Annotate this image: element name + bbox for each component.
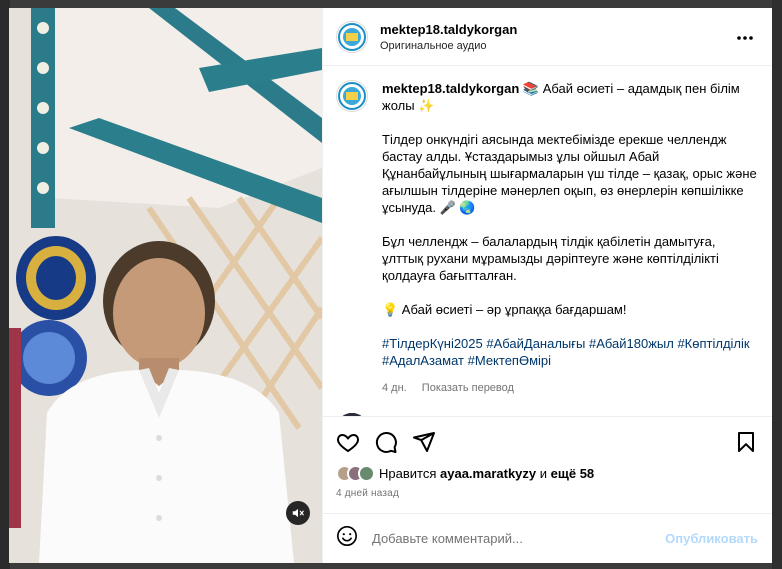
liker-avatar [358, 465, 375, 482]
likes-prefix: Нравится [379, 466, 437, 481]
more-options-button[interactable] [732, 28, 758, 46]
account-avatar[interactable] [336, 20, 368, 53]
save-button[interactable] [734, 430, 758, 454]
caption-age[interactable]: 4 дн. [382, 382, 407, 394]
comments-list[interactable]: mektep18.taldykorgan 📚 Абай өсиеті – ада… [323, 66, 772, 416]
post-timestamp[interactable]: 4 дней назад [336, 488, 758, 499]
caption-paragraph: Бұл челлендж – балалардың тілдік қабілет… [382, 234, 719, 283]
caption-avatar[interactable] [336, 80, 368, 112]
comment-icon [375, 431, 397, 453]
emoji-icon [337, 526, 357, 546]
school-logo-icon [338, 82, 366, 110]
heart-icon [337, 433, 359, 453]
post-actions: Нравится ayaa.maratkyzy и ещё 58 4 дней … [323, 416, 772, 499]
likes-others[interactable]: ещё 58 [551, 466, 595, 481]
caption-hashtags[interactable]: #ТілдерКүні2025 #АбайДаналығы #Абай180жы… [382, 335, 758, 369]
comment-input[interactable] [372, 531, 666, 546]
more-horizontal-icon [737, 35, 753, 40]
likes-joiner: и [539, 466, 548, 481]
caption-paragraph: Тілдер онкүндігі аясында мектебімізде ер… [382, 132, 757, 215]
post-header: mektep18.taldykorgan Оригинальное аудио [323, 8, 772, 66]
send-icon [413, 432, 435, 452]
translate-link[interactable]: Показать перевод [422, 382, 514, 394]
add-comment-bar: Опубликовать [323, 513, 772, 563]
like-button[interactable] [336, 430, 360, 454]
emoji-button[interactable] [336, 525, 358, 552]
post-modal: mektep18.taldykorgan Оригинальное аудио [9, 8, 772, 563]
liker-username[interactable]: ayaa.maratkyzy [440, 466, 536, 481]
publish-button[interactable]: Опубликовать [665, 531, 758, 546]
mute-button[interactable] [286, 501, 310, 525]
school-logo-icon [338, 22, 366, 51]
caption-username[interactable]: mektep18.taldykorgan [382, 81, 519, 96]
video-frame [9, 8, 322, 563]
speaker-muted-icon [292, 508, 304, 518]
likes-summary[interactable]: Нравится ayaa.maratkyzy и ещё 58 [336, 465, 758, 482]
post-video[interactable] [9, 8, 322, 563]
share-button[interactable] [412, 430, 436, 454]
audio-label[interactable]: Оригинальное аудио [380, 40, 732, 52]
post-caption: mektep18.taldykorgan 📚 Абай өсиеті – ада… [336, 80, 758, 397]
caption-paragraph: 💡 Абай өсиеті – әр ұрпаққа бағдаршам! [382, 302, 627, 317]
bookmark-icon [738, 432, 754, 452]
comment-button[interactable] [374, 430, 398, 454]
header-username[interactable]: mektep18.taldykorgan [380, 22, 732, 37]
background-right [772, 0, 782, 569]
post-panel: mektep18.taldykorgan Оригинальное аудио [322, 8, 772, 563]
